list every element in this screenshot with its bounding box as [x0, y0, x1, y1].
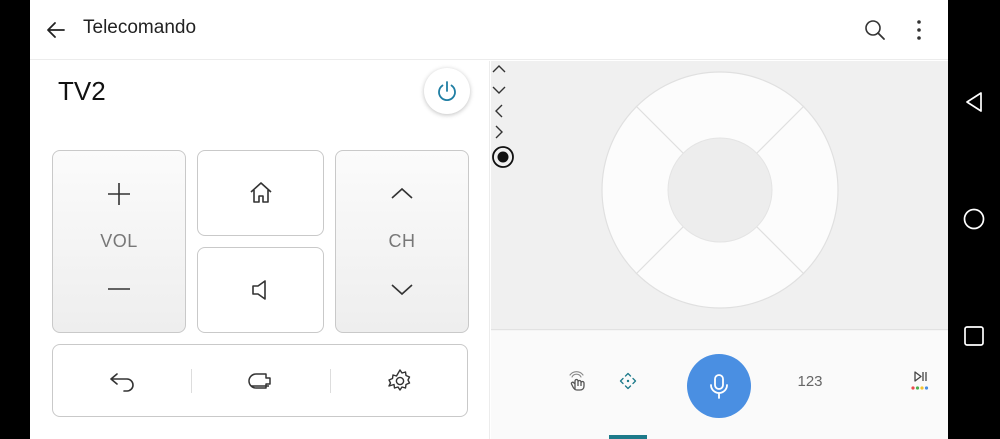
- channel-rocker: CH: [335, 150, 469, 333]
- home-circle-icon[interactable]: [962, 207, 986, 231]
- remote-mode-bar: 123: [491, 331, 948, 439]
- tab-media[interactable]: [892, 353, 948, 409]
- chevron-left-icon: [495, 104, 503, 118]
- settings-button[interactable]: [331, 345, 469, 416]
- channel-label: CH: [388, 231, 416, 251]
- remote-screen: Telecomando TV2 VOL CH 123: [30, 0, 948, 439]
- recents-square-icon[interactable]: [962, 324, 986, 348]
- volume-up-button[interactable]: [53, 159, 185, 229]
- tab-numbers[interactable]: 123: [782, 353, 838, 409]
- dpad-area: [491, 61, 948, 330]
- play-pause-icon: [911, 371, 929, 390]
- input-source-icon: [248, 372, 271, 389]
- tab-direction-pad[interactable]: [600, 353, 656, 409]
- gear-icon: [388, 368, 411, 391]
- app-bar: Telecomando: [30, 0, 948, 60]
- home-icon: [249, 182, 272, 203]
- ok-icon: [492, 146, 514, 168]
- speaker-icon: [251, 280, 266, 300]
- remote-right-panel: 123: [491, 61, 948, 439]
- channel-up-button[interactable]: [336, 159, 468, 229]
- mute-button[interactable]: [197, 247, 324, 333]
- control-bar: [52, 344, 468, 417]
- chevron-up-icon: [391, 187, 413, 199]
- home-button[interactable]: [197, 150, 324, 236]
- touch-icon: [569, 371, 585, 391]
- back-triangle-icon[interactable]: [962, 90, 986, 114]
- volume-down-button[interactable]: [53, 254, 185, 324]
- input-source-button[interactable]: [192, 345, 330, 416]
- chevron-down-icon: [492, 86, 506, 94]
- power-button[interactable]: [424, 68, 470, 114]
- numbers-label: 123: [797, 372, 823, 390]
- page-title: Telecomando: [83, 17, 197, 38]
- channel-down-button[interactable]: [336, 254, 468, 324]
- system-navigation-bar: [948, 0, 1000, 439]
- plus-icon: [108, 183, 130, 205]
- selected-tab-indicator: [609, 435, 647, 439]
- minus-icon: [108, 288, 130, 290]
- power-icon: [438, 81, 456, 102]
- direction-pad-icon: [619, 372, 637, 390]
- arrow-left-icon[interactable]: [44, 18, 68, 42]
- remote-left-panel: TV2 VOL CH: [30, 61, 490, 439]
- chevron-up-icon: [492, 65, 506, 73]
- device-name: TV2: [58, 76, 106, 106]
- search-icon[interactable]: [863, 18, 887, 42]
- more-vertical-icon[interactable]: [907, 18, 931, 42]
- voice-button[interactable]: [687, 354, 751, 418]
- back-button[interactable]: [53, 345, 191, 416]
- volume-rocker: VOL: [52, 150, 186, 333]
- microphone-icon: [710, 374, 728, 399]
- chevron-down-icon: [391, 284, 413, 296]
- tab-touchpad[interactable]: [550, 353, 606, 409]
- return-arrow-icon: [110, 372, 134, 392]
- direction-pad: [601, 71, 839, 309]
- volume-label: VOL: [100, 231, 138, 251]
- chevron-right-icon: [495, 125, 503, 139]
